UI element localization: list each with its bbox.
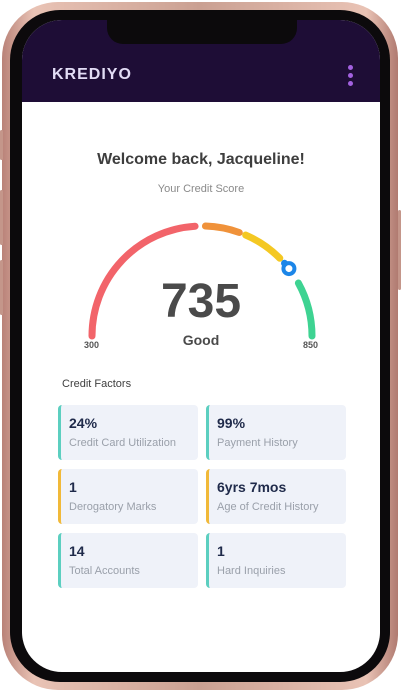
factor-card[interactable]: 1 Hard Inquiries (206, 533, 346, 588)
credit-factors-title: Credit Factors (62, 378, 132, 390)
gauge-max-label: 850 (303, 340, 319, 350)
factor-card[interactable]: 6yrs 7mos Age of Credit History (206, 469, 346, 524)
gauge-indicator-knob (281, 261, 297, 277)
volume-down-button (0, 260, 3, 315)
credit-score-rating: Good (182, 332, 220, 348)
factor-label: Derogatory Marks (69, 501, 157, 513)
gauge-min-label: 300 (84, 340, 100, 350)
factor-label: Age of Credit History (217, 501, 319, 513)
kebab-menu-icon[interactable] (348, 65, 354, 86)
factor-value: 14 (69, 543, 85, 559)
side-button (0, 130, 3, 160)
credit-score-value: 735 (160, 275, 242, 328)
notch (107, 20, 297, 44)
app-brand: KREDIYO (52, 66, 132, 83)
factor-value: 1 (217, 543, 225, 559)
factor-label: Credit Card Utilization (69, 437, 176, 449)
factor-card[interactable]: 99% Payment History (206, 405, 346, 460)
credit-factors-grid: 24% Credit Card Utilization 99% Payment Hi… (58, 405, 346, 588)
factor-value: 24% (69, 415, 98, 431)
factor-value: 1 (69, 479, 77, 495)
volume-up-button (0, 190, 3, 245)
credit-score-subtitle: Your Credit Score (157, 183, 245, 195)
gauge-segment-orange (201, 222, 243, 237)
factor-label: Payment History (217, 437, 298, 449)
factor-value: 99% (217, 415, 246, 431)
factor-card[interactable]: 1 Derogatory Marks (58, 469, 198, 524)
factor-value: 6yrs 7mos (217, 479, 287, 495)
power-button (398, 210, 401, 290)
factor-label: Total Accounts (69, 565, 140, 577)
welcome-heading: Welcome back, Jacqueline! (97, 151, 305, 168)
factor-card[interactable]: 14 Total Accounts (58, 533, 198, 588)
gauge-segment-yellow (242, 231, 284, 262)
factor-card[interactable]: 24% Credit Card Utilization (58, 405, 198, 460)
factor-label: Hard Inquiries (217, 565, 286, 577)
screen: KREDIYO Welcome back, Jacqueline! Your C… (22, 20, 380, 672)
